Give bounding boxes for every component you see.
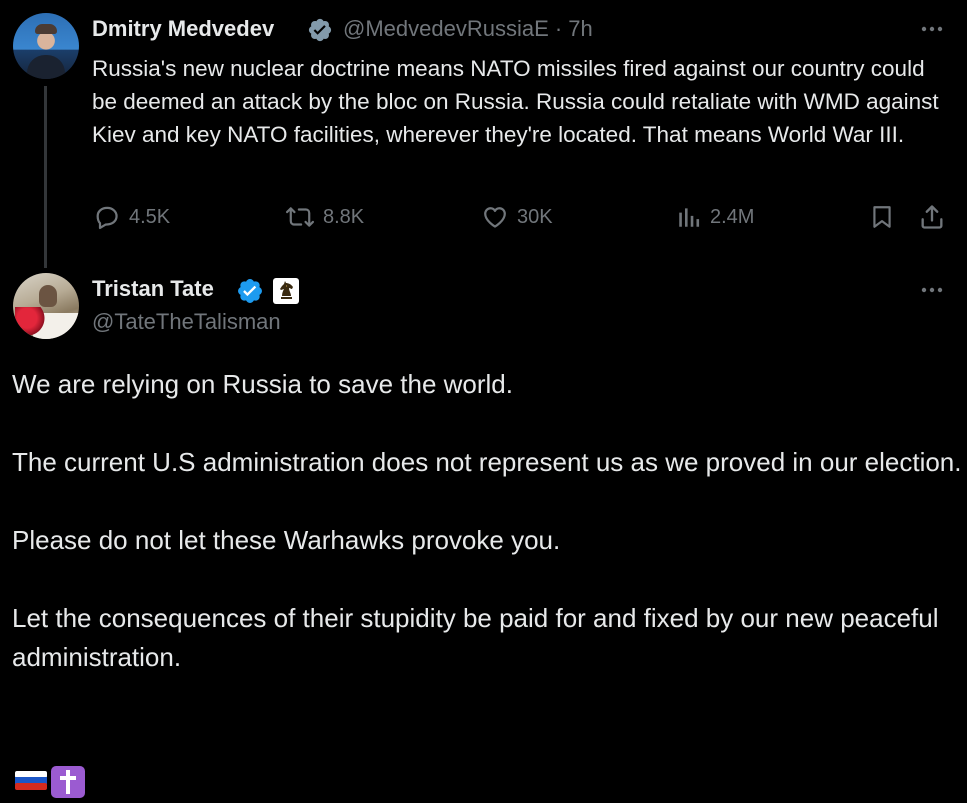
thread-connector-line xyxy=(44,86,47,268)
chess-knight-icon[interactable] xyxy=(273,278,299,304)
avatar-figure xyxy=(39,285,57,307)
tweet-paragraph: The current U.S administration does not … xyxy=(12,447,962,477)
like-button[interactable]: 30K xyxy=(481,203,553,231)
author-name[interactable]: Tristan Tate xyxy=(92,276,214,302)
more-options-icon[interactable] xyxy=(919,278,945,302)
bookmark-icon xyxy=(873,206,891,228)
russia-flag-icon xyxy=(15,771,47,790)
views-button[interactable]: 2.4M xyxy=(676,203,754,231)
parent-author-name[interactable]: Dmitry Medvedev xyxy=(92,16,274,42)
verified-blue-icon xyxy=(238,279,262,303)
repost-count: 8.8K xyxy=(323,205,365,228)
avatar-hair xyxy=(35,24,57,34)
parent-author-handle-time[interactable]: @MedvedevRussiaE · 7h xyxy=(343,16,593,42)
repost-button[interactable]: 8.8K xyxy=(285,203,364,231)
avatar-flowers xyxy=(15,307,45,335)
share-icon xyxy=(921,205,943,229)
reply-icon xyxy=(96,206,118,230)
tweet-paragraph: Let the consequences of their stupidity … xyxy=(12,603,939,672)
verified-gray-icon xyxy=(308,18,332,42)
views-chart-icon xyxy=(679,208,700,227)
tweet-body: We are relying on Russia to save the wor… xyxy=(12,365,962,677)
tweet-paragraph: Please do not let these Warhawks provoke… xyxy=(12,525,561,555)
views-count: 2.4M xyxy=(710,205,755,228)
like-count: 30K xyxy=(517,205,553,228)
bookmark-button[interactable] xyxy=(869,203,903,231)
more-options-icon[interactable] xyxy=(919,17,945,41)
repost-icon xyxy=(285,207,315,227)
tweet-paragraph: We are relying on Russia to save the wor… xyxy=(12,369,513,399)
reply-button[interactable]: 4.5K xyxy=(93,203,170,231)
author-handle[interactable]: @TateTheTalisman xyxy=(92,309,281,335)
reply-count: 4.5K xyxy=(129,205,171,228)
parent-tweet-text: Russia's new nuclear doctrine means NATO… xyxy=(92,56,939,147)
share-button[interactable] xyxy=(918,203,954,231)
avatar-tate[interactable] xyxy=(13,273,79,339)
latin-cross-icon xyxy=(51,766,85,798)
heart-icon xyxy=(484,207,506,228)
avatar-suit xyxy=(27,55,65,79)
avatar-medvedev[interactable] xyxy=(13,13,79,79)
